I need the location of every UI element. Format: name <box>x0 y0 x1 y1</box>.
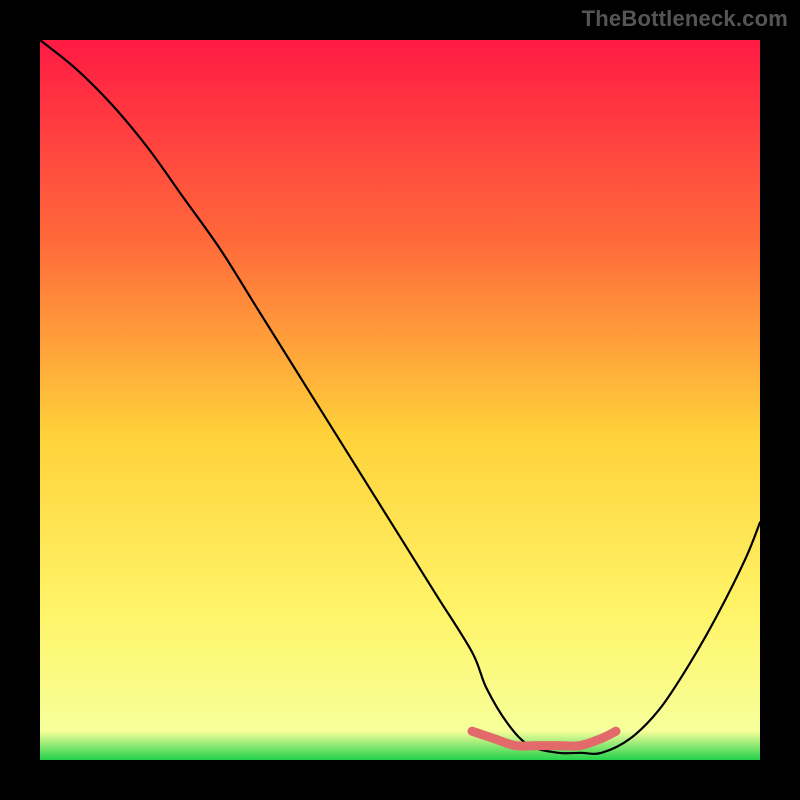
bottleneck-chart <box>0 0 800 800</box>
chart-frame: TheBottleneck.com <box>0 0 800 800</box>
